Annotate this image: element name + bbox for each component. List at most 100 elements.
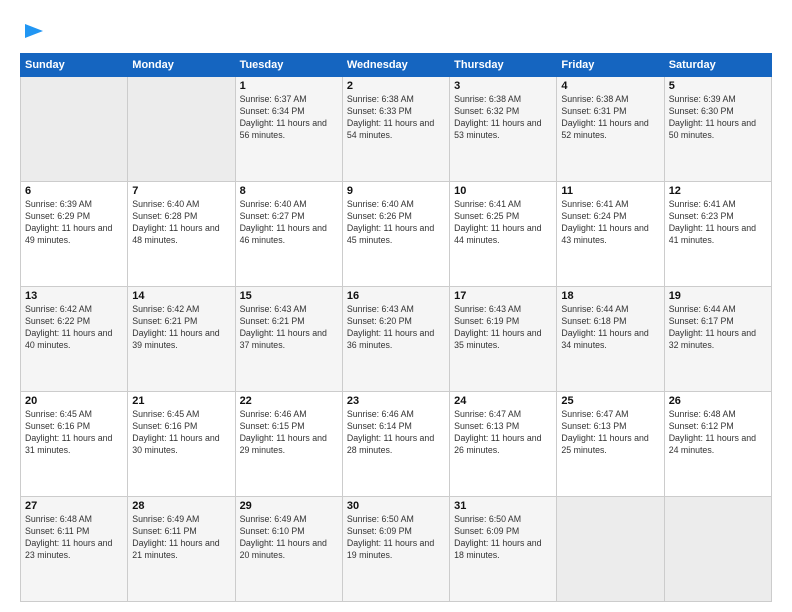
day-info: Sunrise: 6:50 AM Sunset: 6:09 PM Dayligh…: [454, 514, 552, 562]
calendar-cell: 2Sunrise: 6:38 AM Sunset: 6:33 PM Daylig…: [342, 77, 449, 182]
day-info: Sunrise: 6:50 AM Sunset: 6:09 PM Dayligh…: [347, 514, 445, 562]
day-number: 18: [561, 290, 659, 302]
calendar-header-sunday: Sunday: [21, 54, 128, 77]
day-info: Sunrise: 6:41 AM Sunset: 6:24 PM Dayligh…: [561, 199, 659, 247]
calendar-cell: [128, 77, 235, 182]
calendar-cell: 11 Sunrise: 6:41 AM Sunset: 6:24 PM Dayli…: [557, 182, 664, 287]
day-info: Sunrise: 6:48 AM Sunset: 6:12 PM Dayligh…: [669, 409, 767, 457]
calendar-cell: 22 Sunrise: 6:46 AM Sunset: 6:15 PM Dayli…: [235, 392, 342, 497]
day-info: Sunrise: 6:45 AM Sunset: 6:16 PM Dayligh…: [132, 409, 230, 457]
day-number: 10: [454, 185, 552, 197]
day-info: Sunrise: 6:39 AM Sunset: 6:30 PM Dayligh…: [669, 94, 767, 142]
day-info: Sunrise: 6:43 AM Sunset: 6:20 PM Dayligh…: [347, 304, 445, 352]
day-info: Sunrise: 6:41 AM Sunset: 6:23 PM Dayligh…: [669, 199, 767, 247]
day-info: Sunrise: 6:42 AM Sunset: 6:21 PM Dayligh…: [132, 304, 230, 352]
day-info: Sunrise: 6:40 AM Sunset: 6:26 PM Dayligh…: [347, 199, 445, 247]
calendar-week-row: 6Sunrise: 6:39 AM Sunset: 6:29 PM Daylig…: [21, 182, 772, 287]
day-info: Sunrise: 6:44 AM Sunset: 6:17 PM Dayligh…: [669, 304, 767, 352]
day-number: 2: [347, 80, 445, 92]
calendar-cell: 24 Sunrise: 6:47 AM Sunset: 6:13 PM Dayli…: [450, 392, 557, 497]
calendar-cell: 31 Sunrise: 6:50 AM Sunset: 6:09 PM Dayli…: [450, 497, 557, 602]
day-number: 1: [240, 80, 338, 92]
day-number: 4: [561, 80, 659, 92]
calendar-header-tuesday: Tuesday: [235, 54, 342, 77]
day-number: 24: [454, 395, 552, 407]
day-info: Sunrise: 6:38 AM Sunset: 6:32 PM Dayligh…: [454, 94, 552, 142]
day-number: 16: [347, 290, 445, 302]
day-info: Sunrise: 6:48 AM Sunset: 6:11 PM Dayligh…: [25, 514, 123, 562]
day-info: Sunrise: 6:47 AM Sunset: 6:13 PM Dayligh…: [454, 409, 552, 457]
calendar-week-row: 20 Sunrise: 6:45 AM Sunset: 6:16 PM Dayli…: [21, 392, 772, 497]
logo-arrow-icon: [25, 22, 43, 40]
day-number: 19: [669, 290, 767, 302]
calendar-cell: [557, 497, 664, 602]
day-number: 23: [347, 395, 445, 407]
calendar-cell: 9 Sunrise: 6:40 AM Sunset: 6:26 PM Daylig…: [342, 182, 449, 287]
day-number: 31: [454, 500, 552, 512]
calendar-header-thursday: Thursday: [450, 54, 557, 77]
day-number: 20: [25, 395, 123, 407]
calendar-header-friday: Friday: [557, 54, 664, 77]
day-number: 14: [132, 290, 230, 302]
calendar-cell: 26 Sunrise: 6:48 AM Sunset: 6:12 PM Dayli…: [664, 392, 771, 497]
calendar-cell: 27 Sunrise: 6:48 AM Sunset: 6:11 PM Dayli…: [21, 497, 128, 602]
day-number: 11: [561, 185, 659, 197]
calendar-cell: [21, 77, 128, 182]
day-number: 29: [240, 500, 338, 512]
day-number: 22: [240, 395, 338, 407]
day-number: 5: [669, 80, 767, 92]
day-number: 26: [669, 395, 767, 407]
calendar-week-row: 27 Sunrise: 6:48 AM Sunset: 6:11 PM Dayli…: [21, 497, 772, 602]
calendar-cell: 21 Sunrise: 6:45 AM Sunset: 6:16 PM Dayli…: [128, 392, 235, 497]
calendar-cell: 1 Sunrise: 6:37 AM Sunset: 6:34 PM Daylig…: [235, 77, 342, 182]
day-number: 9: [347, 185, 445, 197]
day-info: Sunrise: 6:37 AM Sunset: 6:34 PM Dayligh…: [240, 94, 338, 142]
calendar-cell: 30Sunrise: 6:50 AM Sunset: 6:09 PM Dayli…: [342, 497, 449, 602]
calendar-header-saturday: Saturday: [664, 54, 771, 77]
calendar-week-row: 1 Sunrise: 6:37 AM Sunset: 6:34 PM Daylig…: [21, 77, 772, 182]
header: [20, 16, 772, 45]
calendar-header-row: SundayMondayTuesdayWednesdayThursdayFrid…: [21, 54, 772, 77]
calendar-cell: 3 Sunrise: 6:38 AM Sunset: 6:32 PM Daylig…: [450, 77, 557, 182]
day-info: Sunrise: 6:43 AM Sunset: 6:19 PM Dayligh…: [454, 304, 552, 352]
day-number: 3: [454, 80, 552, 92]
calendar-cell: 25 Sunrise: 6:47 AM Sunset: 6:13 PM Dayli…: [557, 392, 664, 497]
day-info: Sunrise: 6:49 AM Sunset: 6:10 PM Dayligh…: [240, 514, 338, 562]
calendar-cell: 19 Sunrise: 6:44 AM Sunset: 6:17 PM Dayli…: [664, 287, 771, 392]
day-info: Sunrise: 6:49 AM Sunset: 6:11 PM Dayligh…: [132, 514, 230, 562]
day-info: Sunrise: 6:41 AM Sunset: 6:25 PM Dayligh…: [454, 199, 552, 247]
calendar-cell: 15Sunrise: 6:43 AM Sunset: 6:21 PM Dayli…: [235, 287, 342, 392]
day-info: Sunrise: 6:46 AM Sunset: 6:14 PM Dayligh…: [347, 409, 445, 457]
day-number: 21: [132, 395, 230, 407]
calendar-cell: 13 Sunrise: 6:42 AM Sunset: 6:22 PM Dayli…: [21, 287, 128, 392]
day-number: 12: [669, 185, 767, 197]
day-info: Sunrise: 6:46 AM Sunset: 6:15 PM Dayligh…: [240, 409, 338, 457]
day-number: 13: [25, 290, 123, 302]
calendar-cell: 10 Sunrise: 6:41 AM Sunset: 6:25 PM Dayli…: [450, 182, 557, 287]
day-info: Sunrise: 6:43 AM Sunset: 6:21 PM Dayligh…: [240, 304, 338, 352]
day-number: 27: [25, 500, 123, 512]
calendar-header-wednesday: Wednesday: [342, 54, 449, 77]
calendar-cell: 8Sunrise: 6:40 AM Sunset: 6:27 PM Daylig…: [235, 182, 342, 287]
calendar-header-monday: Monday: [128, 54, 235, 77]
day-number: 7: [132, 185, 230, 197]
calendar-table: SundayMondayTuesdayWednesdayThursdayFrid…: [20, 53, 772, 602]
day-info: Sunrise: 6:45 AM Sunset: 6:16 PM Dayligh…: [25, 409, 123, 457]
calendar-cell: 16 Sunrise: 6:43 AM Sunset: 6:20 PM Dayli…: [342, 287, 449, 392]
page: SundayMondayTuesdayWednesdayThursdayFrid…: [0, 0, 792, 612]
calendar-cell: 14 Sunrise: 6:42 AM Sunset: 6:21 PM Dayli…: [128, 287, 235, 392]
calendar-cell: 28Sunrise: 6:49 AM Sunset: 6:11 PM Dayli…: [128, 497, 235, 602]
day-number: 25: [561, 395, 659, 407]
day-info: Sunrise: 6:44 AM Sunset: 6:18 PM Dayligh…: [561, 304, 659, 352]
calendar-cell: 17 Sunrise: 6:43 AM Sunset: 6:19 PM Dayli…: [450, 287, 557, 392]
calendar-cell: [664, 497, 771, 602]
calendar-cell: 4Sunrise: 6:38 AM Sunset: 6:31 PM Daylig…: [557, 77, 664, 182]
day-info: Sunrise: 6:40 AM Sunset: 6:28 PM Dayligh…: [132, 199, 230, 247]
day-number: 17: [454, 290, 552, 302]
day-number: 6: [25, 185, 123, 197]
calendar-week-row: 13 Sunrise: 6:42 AM Sunset: 6:22 PM Dayli…: [21, 287, 772, 392]
day-info: Sunrise: 6:42 AM Sunset: 6:22 PM Dayligh…: [25, 304, 123, 352]
calendar-cell: 7 Sunrise: 6:40 AM Sunset: 6:28 PM Daylig…: [128, 182, 235, 287]
day-info: Sunrise: 6:47 AM Sunset: 6:13 PM Dayligh…: [561, 409, 659, 457]
calendar-cell: 18 Sunrise: 6:44 AM Sunset: 6:18 PM Dayli…: [557, 287, 664, 392]
